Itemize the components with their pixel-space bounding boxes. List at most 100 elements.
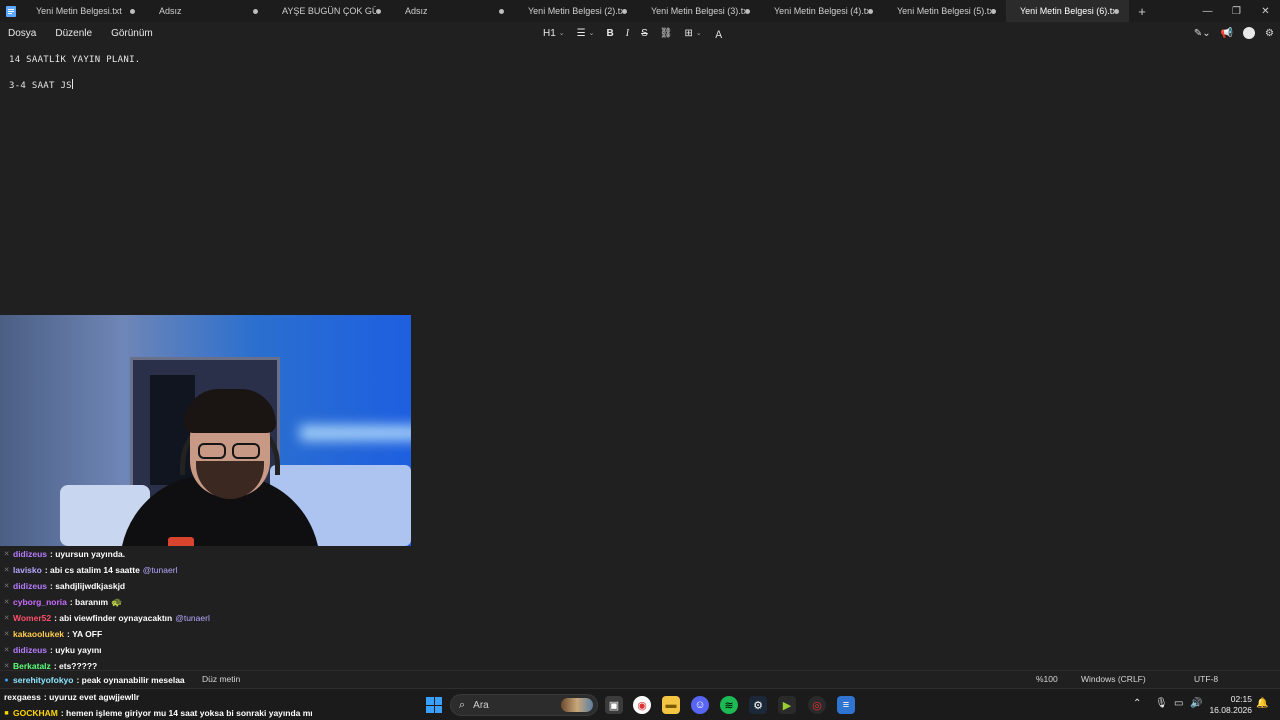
tab-1[interactable]: Yeni Metin Belgesi.txt bbox=[22, 0, 145, 22]
notification-icon[interactable]: 🔔 bbox=[1256, 698, 1268, 709]
chevron-down-icon: ⌄ bbox=[558, 30, 565, 37]
heading-dropdown[interactable]: H1 ⌄ bbox=[537, 22, 571, 44]
folder-icon[interactable]: ▬ bbox=[662, 696, 680, 714]
chat-user: didizeus bbox=[13, 581, 48, 591]
tab-9-active[interactable]: Yeni Metin Belgesi (6).txt bbox=[1006, 0, 1129, 22]
windows-start-icon[interactable] bbox=[426, 697, 442, 713]
turtle-emote-icon: 🐢 bbox=[111, 596, 123, 607]
unsaved-dot-icon[interactable] bbox=[376, 8, 381, 14]
chat-text: : uyursun yayında. bbox=[50, 549, 126, 559]
status-zoom[interactable]: %100 bbox=[1036, 674, 1058, 684]
italic-icon[interactable]: I bbox=[620, 22, 635, 44]
unsaved-dot-icon[interactable] bbox=[622, 8, 627, 14]
chat-user: Womer52 bbox=[13, 613, 52, 623]
volume-icon[interactable]: 🔊 bbox=[1190, 698, 1202, 709]
tab-label: Yeni Metin Belgesi (2).txt bbox=[528, 6, 622, 16]
status-mode[interactable]: Düz metin bbox=[202, 674, 240, 684]
chat-text: : peak oynanabilir meselaa bbox=[76, 675, 185, 685]
chat-user: kakaoolukek bbox=[13, 629, 65, 639]
bold-icon[interactable]: B bbox=[601, 22, 620, 44]
maximize-icon[interactable]: ❐ bbox=[1222, 0, 1251, 22]
chat-message: ● serehityofokyo: peak oynanabilir mesela… bbox=[0, 672, 185, 688]
close-icon[interactable]: ✕ bbox=[1251, 0, 1280, 22]
tab-3[interactable]: AYŞE BUGÜN ÇOK GÜZEL bbox=[268, 0, 391, 22]
unsaved-dot-icon[interactable] bbox=[130, 8, 135, 14]
gear-icon[interactable]: ⚙ bbox=[1265, 28, 1274, 39]
microphone-icon[interactable]: 🎙 bbox=[1155, 698, 1168, 709]
unsaved-dot-icon[interactable] bbox=[499, 8, 504, 14]
chat-text: : uyku yayını bbox=[50, 645, 102, 655]
clock-date: 16.08.2026 bbox=[1209, 705, 1252, 715]
table-dropdown[interactable]: ⊞ ⌄ bbox=[678, 22, 707, 44]
badge-icon: ✕ bbox=[3, 647, 10, 654]
clear-format-icon[interactable]: Ａ bbox=[708, 22, 730, 44]
menu-view[interactable]: Görünüm bbox=[111, 28, 153, 39]
search-placeholder: Ara bbox=[473, 699, 489, 711]
new-tab-button[interactable]: + bbox=[1129, 4, 1155, 19]
clock-time: 02:15 bbox=[1230, 694, 1252, 704]
media-player-icon[interactable]: ▶ bbox=[778, 696, 796, 714]
tab-bar: Yeni Metin Belgesi.txt Adsız AYŞE BUGÜN … bbox=[0, 0, 1280, 22]
steam-icon[interactable]: ⚙ bbox=[749, 696, 767, 714]
list-dropdown[interactable]: ☰ ⌄ bbox=[571, 22, 601, 44]
menu-file[interactable]: Dosya bbox=[8, 28, 36, 39]
editor-line-1: 14 SAATLİK YAYIN PLANI. bbox=[9, 55, 141, 65]
tab-5[interactable]: Yeni Metin Belgesi (2).txt bbox=[514, 0, 637, 22]
chevron-down-icon: ⌄ bbox=[695, 30, 702, 37]
unsaved-dot-icon[interactable] bbox=[745, 8, 750, 14]
chat-text: : YA OFF bbox=[67, 629, 103, 639]
unsaved-dot-icon[interactable] bbox=[253, 8, 258, 14]
taskbar-search[interactable]: ⌕ Ara bbox=[450, 694, 598, 716]
microphone bbox=[168, 537, 194, 546]
chat-user: didizeus bbox=[13, 645, 48, 655]
unsaved-dot-icon[interactable] bbox=[1114, 8, 1119, 14]
link-icon[interactable]: ⛓ bbox=[654, 22, 679, 44]
tab-label: Adsız bbox=[159, 6, 182, 16]
tab-6[interactable]: Yeni Metin Belgesi (3).txt bbox=[637, 0, 760, 22]
task-view-icon[interactable]: ▣ bbox=[605, 696, 623, 714]
menu-bar: Dosya Düzenle Görünüm H1 ⌄ ☰ ⌄ B I S ⛓ ⊞ ⌄ … bbox=[0, 22, 1280, 44]
spotify-icon[interactable]: ≋ bbox=[720, 696, 738, 714]
strikethrough-icon[interactable]: S bbox=[635, 22, 654, 44]
obs-icon[interactable]: ◎ bbox=[808, 696, 826, 714]
badge-icon: ✕ bbox=[3, 583, 10, 590]
chat-message: ✕ lavisko: abi cs atalim 14 saatte @tunaer… bbox=[0, 562, 420, 578]
minimize-icon[interactable]: — bbox=[1193, 0, 1222, 22]
chat-text: : abi viewfinder oynayacaktın bbox=[54, 613, 173, 623]
copilot-icon[interactable]: ✎⌄ bbox=[1194, 28, 1211, 39]
status-bar: ● serehityofokyo: peak oynanabilir mesela… bbox=[0, 670, 1280, 688]
webcam-overlay bbox=[0, 315, 411, 546]
status-eol[interactable]: Windows (CRLF) bbox=[1081, 674, 1146, 684]
chat-user: cyborg_noria bbox=[13, 597, 67, 607]
chat-message: ✕ didizeus: uyursun yayında. bbox=[0, 546, 420, 562]
announcement-icon[interactable]: 📢 bbox=[1221, 28, 1233, 39]
badge-icon: ✕ bbox=[3, 551, 10, 558]
status-encoding[interactable]: UTF-8 bbox=[1194, 674, 1218, 684]
tab-label: Yeni Metin Belgesi (3).txt bbox=[651, 6, 745, 16]
tab-2[interactable]: Adsız bbox=[145, 0, 268, 22]
network-icon[interactable]: ▭ bbox=[1174, 698, 1183, 709]
avatar[interactable] bbox=[1243, 27, 1256, 39]
tab-label: Yeni Metin Belgesi (5).txt bbox=[897, 6, 991, 16]
unsaved-dot-icon[interactable] bbox=[991, 8, 996, 14]
tab-label: Adsız bbox=[405, 6, 428, 16]
discord-icon[interactable]: ☺ bbox=[691, 696, 709, 714]
window-controls: — ❐ ✕ bbox=[1193, 0, 1280, 22]
system-clock[interactable]: 02:15 16.08.2026 bbox=[1208, 694, 1252, 716]
search-icon: ⌕ bbox=[459, 698, 466, 711]
chrome-icon[interactable]: ◉ bbox=[633, 696, 651, 714]
tab-7[interactable]: Yeni Metin Belgesi (4).txt bbox=[760, 0, 883, 22]
tab-8[interactable]: Yeni Metin Belgesi (5).txt bbox=[883, 0, 1006, 22]
unsaved-dot-icon[interactable] bbox=[868, 8, 873, 14]
chat-text: : uyuruz evet agwjjewllr bbox=[43, 692, 140, 702]
chat-message: ✕ didizeus: uyku yayını bbox=[0, 642, 420, 658]
chevron-down-icon: ⌄ bbox=[588, 30, 595, 37]
taskbar: rexgaess: uyuruz evet agwjjewllr ■ GOCKHA… bbox=[0, 688, 1280, 720]
chevron-up-icon[interactable]: ⌃ bbox=[1133, 698, 1141, 709]
menu-edit[interactable]: Düzenle bbox=[55, 28, 92, 39]
tab-4[interactable]: Adsız bbox=[391, 0, 514, 22]
chat-message: ■ GOCKHAM: hemen işleme giriyor mu 14 saa… bbox=[0, 705, 312, 720]
chat-user: GOCKHAM bbox=[13, 708, 58, 718]
notepad-taskbar-icon[interactable]: ≡ bbox=[837, 696, 855, 714]
chat-text: : baranım bbox=[69, 597, 109, 607]
